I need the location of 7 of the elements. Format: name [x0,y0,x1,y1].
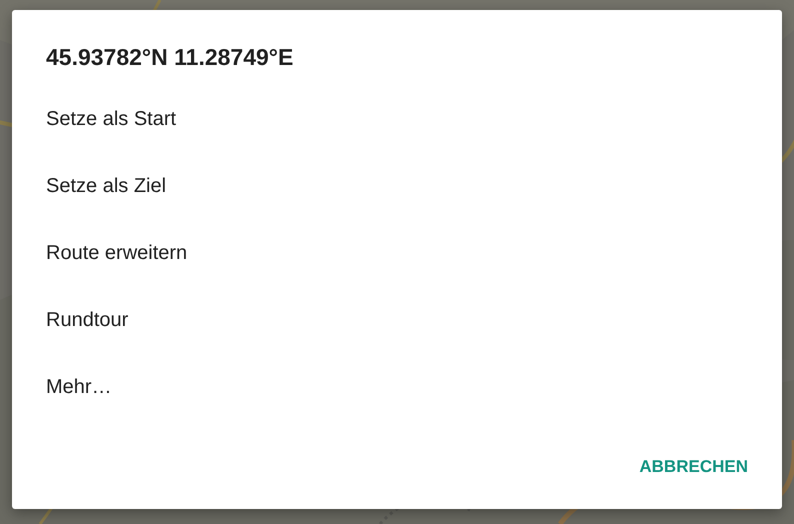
menu-item[interactable]: Mehr… [12,354,782,421]
dialog-title: 45.93782°N 11.28749°E [45,43,294,72]
menu-item[interactable]: Route erweitern [12,220,782,287]
menu-item[interactable]: Rundtour [12,287,782,354]
menu-item[interactable]: Setze als Start [12,86,782,153]
cancel-button[interactable]: ABBRECHEN [631,449,756,485]
menu-item[interactable]: Setze als Ziel [12,153,782,220]
